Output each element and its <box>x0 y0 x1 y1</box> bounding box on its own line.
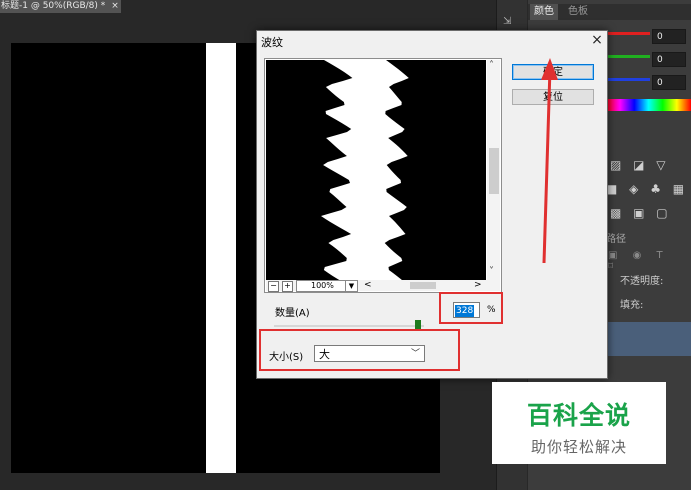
chevron-left-icon[interactable]: < <box>364 280 372 291</box>
preview-zoom-bar: − + 100% ▼ < > <box>266 280 500 292</box>
tab-swatches[interactable]: 色板 <box>564 4 592 20</box>
preview-vertical-scrollbar[interactable]: ˄ ˅ <box>487 60 500 280</box>
document-tab[interactable]: 标题-1 @ 50%(RGB/8) * × <box>0 0 121 13</box>
scroll-thumb[interactable] <box>489 148 499 194</box>
tab-paths[interactable]: 路径 <box>606 233 646 247</box>
color-panel-tabs: 颜色 色板 <box>528 4 691 20</box>
fill-label: 填充: <box>620 300 644 311</box>
size-highlight-box <box>259 329 460 371</box>
chevron-down-icon[interactable]: ˅ <box>489 267 494 277</box>
chevron-up-icon[interactable]: ˄ <box>489 61 494 71</box>
chevron-right-icon[interactable]: > <box>474 280 482 291</box>
watermark-subtitle: 助你轻松解决 <box>530 438 627 456</box>
amount-highlight-box <box>439 292 503 324</box>
horizontal-scroll-thumb[interactable] <box>410 282 436 289</box>
watermark: 百科全说 助你轻松解决 <box>492 382 666 464</box>
panel-toggle-icon[interactable]: ⇲ <box>503 16 521 30</box>
close-icon[interactable]: × <box>111 1 119 11</box>
zoom-select[interactable]: 100% ▼ <box>296 280 358 292</box>
tab-color[interactable]: 颜色 <box>530 4 558 20</box>
preview-frame: ˄ ˅ − + 100% ▼ < > <box>264 58 502 293</box>
document-tab-title: 标题-1 @ 50%(RGB/8) * <box>1 1 106 11</box>
zoom-in-button[interactable]: + <box>282 281 293 292</box>
opacity-label: 不透明度: <box>620 276 664 287</box>
canvas-white-stripe <box>206 43 236 473</box>
watermark-title: 百科全说 <box>526 401 631 430</box>
adjustment-icons-row[interactable]: ▨ ◪ ▽ <box>610 158 690 174</box>
amount-slider[interactable] <box>274 325 424 327</box>
adjustment-icons-row[interactable]: ▩ ▣ ▢ <box>610 206 690 222</box>
dialog-title: 波纹 <box>261 36 283 49</box>
close-icon[interactable]: × <box>588 31 606 49</box>
zoom-value: 100% <box>311 281 334 290</box>
adjustment-icons-row[interactable]: ■ ◈ ♣ ▦ <box>606 182 691 198</box>
chevron-down-icon[interactable]: ▼ <box>345 281 357 291</box>
amount-slider-thumb[interactable] <box>415 320 421 329</box>
blue-slider[interactable] <box>606 78 650 81</box>
blue-value[interactable]: 0 <box>652 75 686 90</box>
filter-preview[interactable] <box>266 60 486 280</box>
arrow-up-icon <box>541 58 558 264</box>
layer-row-selected[interactable] <box>600 322 691 356</box>
ripple-preview-image <box>266 60 486 280</box>
zoom-out-button[interactable]: − <box>268 281 279 292</box>
red-slider[interactable] <box>606 32 650 35</box>
green-value[interactable]: 0 <box>652 52 686 67</box>
layer-filter-icons[interactable]: ▣ ◉ T ⌑ <box>608 250 688 272</box>
amount-label: 数量(A) <box>275 308 310 319</box>
color-spectrum[interactable] <box>606 99 691 111</box>
green-slider[interactable] <box>606 55 650 58</box>
red-value[interactable]: 0 <box>652 29 686 44</box>
